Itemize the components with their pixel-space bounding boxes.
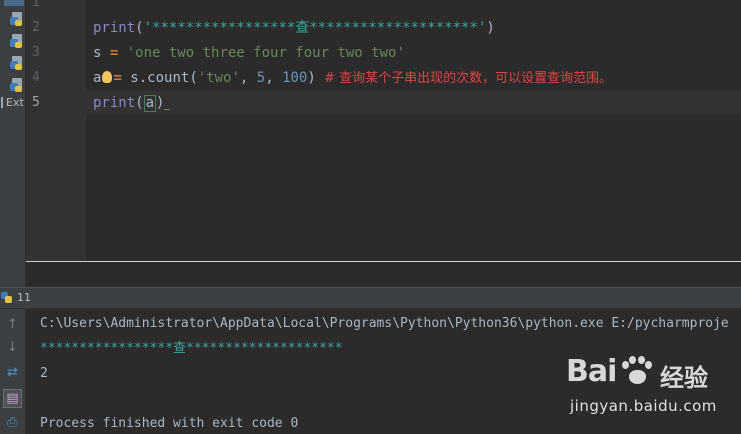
project-strip: Ext bbox=[0, 0, 26, 287]
code-line-2[interactable]: print('*****************查***************… bbox=[93, 19, 495, 37]
line-number: 1 bbox=[32, 0, 40, 10]
string-literal: '*****************查********************' bbox=[143, 20, 487, 36]
watermark-domain: jingyan.baidu.com bbox=[570, 397, 717, 415]
python-file-icon[interactable] bbox=[10, 78, 24, 92]
typo-squiggle bbox=[164, 107, 171, 110]
code-line-4[interactable]: a = s.count('two', 5, 100) # 查询某个子串出现的次数，… bbox=[93, 69, 612, 88]
console-command-line: C:\Users\Administrator\AppData\Local\Pro… bbox=[40, 316, 729, 331]
line-number: 2 bbox=[32, 20, 40, 35]
run-config-title[interactable]: 11 bbox=[17, 291, 31, 304]
variable-a: a bbox=[93, 70, 102, 86]
python-file-icon[interactable] bbox=[10, 56, 24, 70]
line-number-gutter: 1 2 3 4 bbox=[26, 0, 86, 262]
editor-blank-area bbox=[26, 262, 741, 287]
string-literal: 'one two three four four two two' bbox=[126, 45, 405, 61]
python-run-icon bbox=[1, 292, 13, 304]
line-number: 3 bbox=[32, 45, 40, 60]
soft-wrap-icon[interactable]: ⇄ bbox=[3, 363, 22, 382]
watermark-jingyan: 经验 bbox=[660, 364, 708, 392]
number-literal: 5 bbox=[256, 70, 266, 86]
run-tool-window-header[interactable]: 11 bbox=[0, 287, 741, 309]
run-toolbar: ↑ ↓ ⇄ ▤ ⎙ bbox=[0, 309, 26, 434]
print-keyword: print bbox=[93, 95, 136, 111]
console-output-value: 2 bbox=[40, 366, 48, 381]
method-call: s.count bbox=[130, 70, 190, 86]
string-literal: 'two' bbox=[197, 70, 240, 86]
code-line-5[interactable]: print(a) bbox=[93, 94, 171, 112]
line-number-current: 5 bbox=[32, 95, 40, 110]
code-editor[interactable] bbox=[86, 0, 741, 262]
code-line-3[interactable]: s = 'one two three four four two two' bbox=[93, 44, 405, 62]
lightbulb-icon[interactable] bbox=[102, 71, 113, 83]
python-file-icon[interactable] bbox=[10, 12, 24, 26]
down-arrow-icon[interactable]: ↓ bbox=[3, 338, 22, 357]
console-process-finished: Process finished with exit code 0 bbox=[40, 416, 299, 431]
scroll-to-end-icon[interactable]: ▤ bbox=[3, 389, 22, 408]
project-tab-indicator[interactable] bbox=[4, 0, 24, 6]
caret-highlight: a bbox=[143, 95, 157, 112]
external-libraries-marker bbox=[1, 97, 3, 108]
python-file-icon[interactable] bbox=[10, 34, 24, 48]
console-output-stars: *****************查******************** bbox=[40, 341, 343, 356]
external-libraries-label[interactable]: Ext bbox=[6, 96, 24, 109]
print-keyword: print bbox=[93, 20, 136, 36]
code-comment: # 查询某个子串出现的次数，可以设置查询范围。 bbox=[315, 71, 613, 86]
line-number: 4 bbox=[32, 70, 40, 85]
baidu-jingyan-watermark: Bai 经验 jingyan.baidu.com bbox=[566, 352, 741, 422]
up-arrow-icon[interactable]: ↑ bbox=[3, 315, 22, 334]
baidu-paw-icon bbox=[622, 356, 652, 386]
watermark-brand: Bai bbox=[566, 354, 617, 389]
number-literal: 100 bbox=[282, 70, 308, 86]
print-icon[interactable]: ⎙ bbox=[3, 413, 22, 432]
